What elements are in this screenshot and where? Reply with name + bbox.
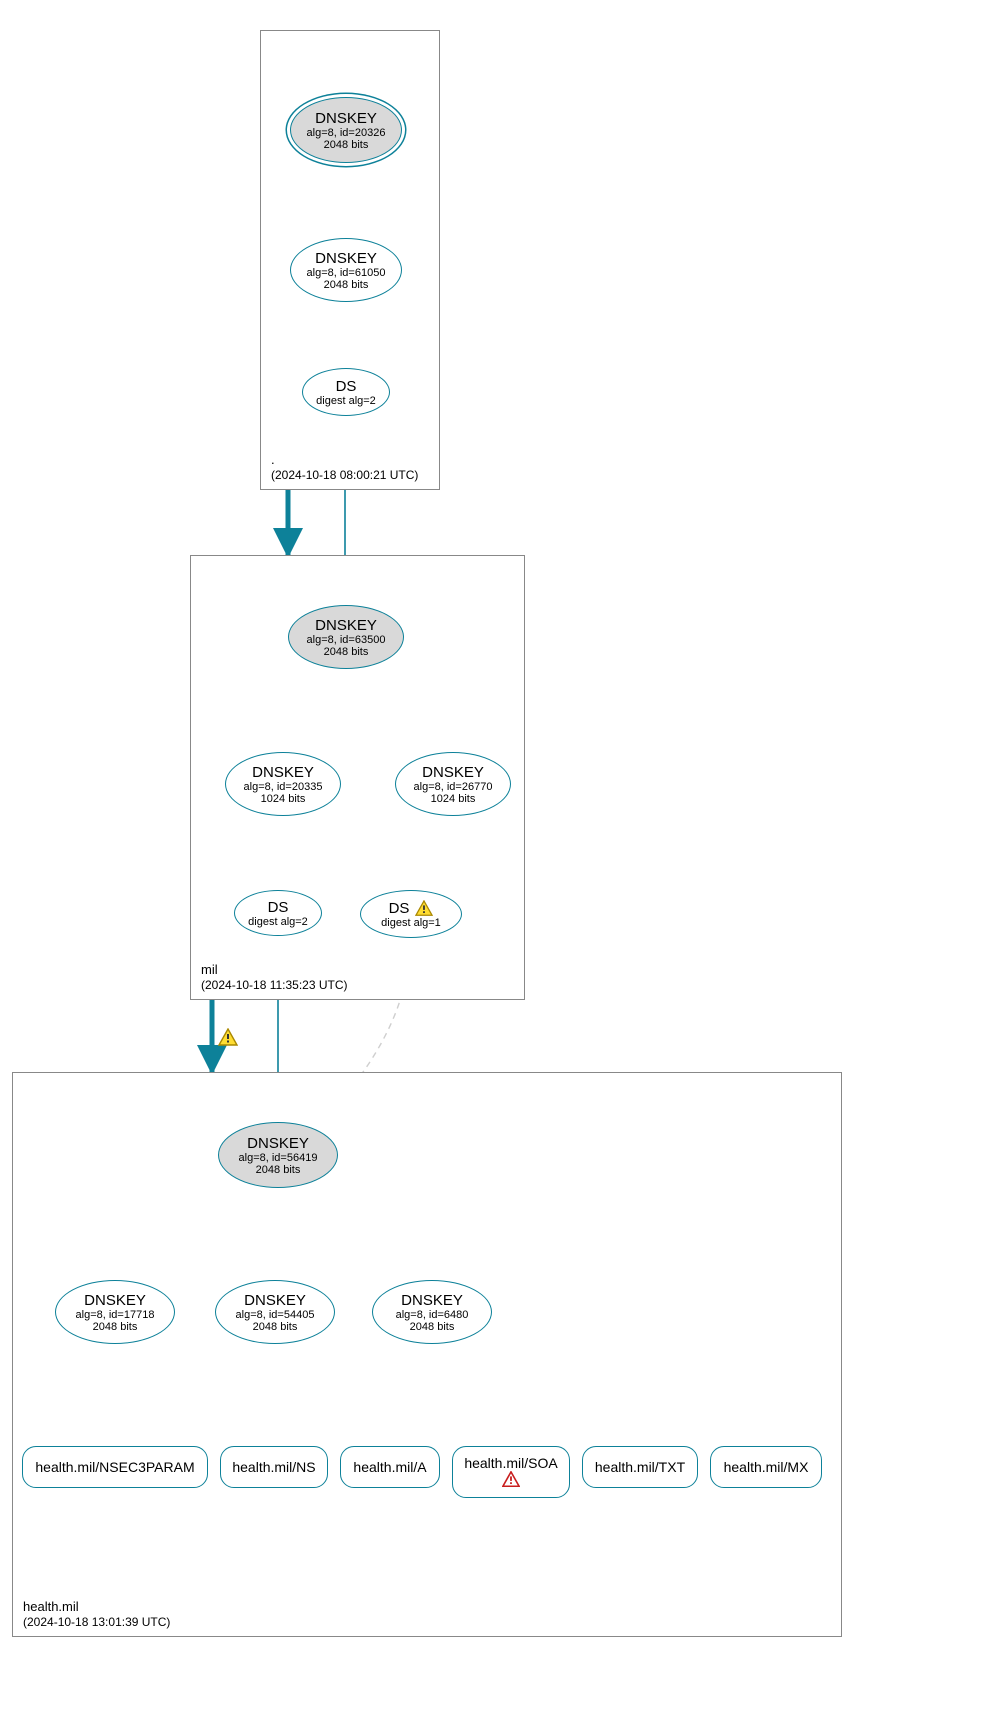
rr-nsec3-label: health.mil/NSEC3PARAM <box>35 1459 194 1475</box>
mil-ksk-title: DNSKEY <box>315 617 377 634</box>
rr-a: health.mil/A <box>340 1446 440 1488</box>
zone-health-label: health.mil (2024-10-18 13:01:39 UTC) <box>23 1599 170 1630</box>
rr-txt-label: health.mil/TXT <box>595 1459 685 1475</box>
node-mil-zsk: DNSKEY alg=8, id=20335 1024 bits <box>225 752 341 816</box>
rr-ns-label: health.mil/NS <box>232 1459 315 1475</box>
node-mil-zsk2: DNSKEY alg=8, id=26770 1024 bits <box>395 752 511 816</box>
node-mil-ds2: DS digest alg=2 <box>234 890 322 936</box>
node-root-ksk: DNSKEY alg=8, id=20326 2048 bits <box>290 97 402 163</box>
h-k3-l2: alg=8, id=6480 <box>396 1309 469 1321</box>
mil-ds1-l2: digest alg=1 <box>381 917 441 929</box>
mil-zsk2-l2: alg=8, id=26770 <box>414 781 493 793</box>
h-ksk-title: DNSKEY <box>247 1135 309 1152</box>
mil-ksk-l2: alg=8, id=63500 <box>307 634 386 646</box>
mil-ksk-l3: 2048 bits <box>324 646 369 658</box>
zone-mil-time: (2024-10-18 11:35:23 UTC) <box>201 978 348 993</box>
error-icon <box>502 1471 520 1487</box>
h-k1-l3: 2048 bits <box>93 1321 138 1333</box>
zone-health: health.mil (2024-10-18 13:01:39 UTC) <box>12 1072 842 1637</box>
warning-icon <box>415 900 433 916</box>
mil-ds1-title: DS <box>389 900 410 917</box>
root-zsk-l2: alg=8, id=61050 <box>307 267 386 279</box>
node-mil-ds1: DS digest alg=1 <box>360 890 462 938</box>
node-root-ds: DS digest alg=2 <box>302 368 390 416</box>
zone-root-name: . <box>271 452 418 468</box>
zone-health-name: health.mil <box>23 1599 170 1615</box>
root-ksk-l2: alg=8, id=20326 <box>307 127 386 139</box>
node-health-k1: DNSKEY alg=8, id=17718 2048 bits <box>55 1280 175 1344</box>
mil-ds2-l2: digest alg=2 <box>248 916 308 928</box>
rr-nsec3param: health.mil/NSEC3PARAM <box>22 1446 208 1488</box>
h-k3-l3: 2048 bits <box>410 1321 455 1333</box>
rr-ns: health.mil/NS <box>220 1446 328 1488</box>
h-k1-title: DNSKEY <box>84 1292 146 1309</box>
h-ksk-l3: 2048 bits <box>256 1164 301 1176</box>
h-k1-l2: alg=8, id=17718 <box>76 1309 155 1321</box>
node-health-k3: DNSKEY alg=8, id=6480 2048 bits <box>372 1280 492 1344</box>
root-zsk-l3: 2048 bits <box>324 279 369 291</box>
rr-mx: health.mil/MX <box>710 1446 822 1488</box>
node-health-k2: DNSKEY alg=8, id=54405 2048 bits <box>215 1280 335 1344</box>
zone-health-time: (2024-10-18 13:01:39 UTC) <box>23 1615 170 1630</box>
rr-soa: health.mil/SOA <box>452 1446 570 1498</box>
warning-icon <box>218 1028 236 1044</box>
zone-root-label: . (2024-10-18 08:00:21 UTC) <box>271 452 418 483</box>
mil-zsk-l2: alg=8, id=20335 <box>244 781 323 793</box>
rr-soa-label: health.mil/SOA <box>464 1455 557 1471</box>
node-mil-ksk: DNSKEY alg=8, id=63500 2048 bits <box>288 605 404 669</box>
rr-a-label: health.mil/A <box>353 1459 426 1475</box>
mil-zsk2-title: DNSKEY <box>422 764 484 781</box>
root-ksk-l3: 2048 bits <box>324 139 369 151</box>
root-zsk-title: DNSKEY <box>315 250 377 267</box>
root-ksk-title: DNSKEY <box>315 110 377 127</box>
root-ds-l2: digest alg=2 <box>316 395 376 407</box>
h-k2-l2: alg=8, id=54405 <box>236 1309 315 1321</box>
zone-mil-label: mil (2024-10-18 11:35:23 UTC) <box>201 962 348 993</box>
dnssec-graph: . (2024-10-18 08:00:21 UTC) mil (2024-10… <box>0 0 988 1720</box>
h-k2-title: DNSKEY <box>244 1292 306 1309</box>
h-k3-title: DNSKEY <box>401 1292 463 1309</box>
node-health-ksk: DNSKEY alg=8, id=56419 2048 bits <box>218 1122 338 1188</box>
mil-zsk-l3: 1024 bits <box>261 793 306 805</box>
rr-mx-label: health.mil/MX <box>724 1459 809 1475</box>
h-k2-l3: 2048 bits <box>253 1321 298 1333</box>
node-root-zsk: DNSKEY alg=8, id=61050 2048 bits <box>290 238 402 302</box>
mil-zsk2-l3: 1024 bits <box>431 793 476 805</box>
mil-zsk-title: DNSKEY <box>252 764 314 781</box>
mil-ds2-title: DS <box>268 899 289 916</box>
h-ksk-l2: alg=8, id=56419 <box>239 1152 318 1164</box>
zone-mil-name: mil <box>201 962 348 978</box>
root-ds-title: DS <box>336 378 357 395</box>
zone-root-time: (2024-10-18 08:00:21 UTC) <box>271 468 418 483</box>
rr-txt: health.mil/TXT <box>582 1446 698 1488</box>
